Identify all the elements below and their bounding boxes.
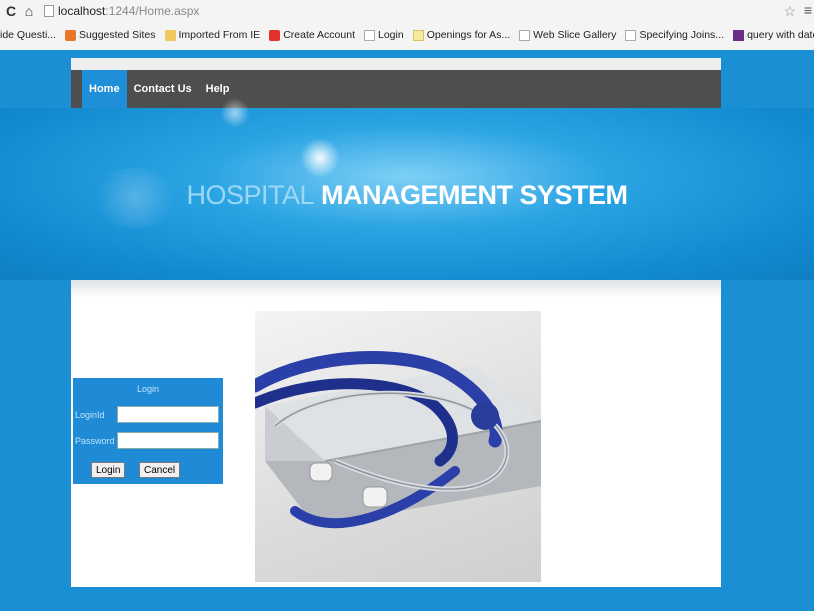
password-input[interactable]	[117, 432, 219, 449]
home-icon[interactable]: ⌂	[22, 3, 36, 19]
loginid-label: LoginId	[75, 410, 105, 420]
bookmark-item[interactable]: ide Questi...	[0, 29, 56, 41]
bookmark-item[interactable]: Create Account	[269, 29, 355, 41]
login-title: Login	[136, 384, 160, 394]
suggested-sites-icon	[65, 29, 77, 41]
light-flare	[300, 138, 340, 178]
address-bar: C ⌂ localhost:1244/Home.aspx ☆ ≡	[0, 0, 814, 22]
page-title: HOSPITAL MANAGEMENT SYSTEM	[186, 180, 628, 210]
content-top-gradient	[71, 280, 721, 298]
url-field[interactable]: localhost:1244/Home.aspx	[58, 4, 199, 18]
reload-icon[interactable]: C	[4, 3, 18, 19]
page-icon	[364, 29, 375, 41]
openings-icon	[412, 29, 424, 41]
site-top-strip	[71, 58, 721, 70]
bookmark-item[interactable]: Suggested Sites	[65, 29, 156, 41]
content-panel: Login LoginId Password Login Cancel	[71, 280, 721, 587]
bookmark-item[interactable]: Login	[364, 29, 404, 41]
folder-icon	[164, 29, 176, 41]
page-icon	[44, 5, 54, 17]
page-icon	[519, 29, 531, 41]
bookmark-item[interactable]: query with date...	[733, 29, 814, 41]
create-account-icon	[269, 29, 281, 41]
light-flare	[220, 98, 250, 128]
nav-home[interactable]: Home	[82, 70, 127, 108]
bookmark-item[interactable]: Openings for As...	[412, 29, 510, 41]
nav-contact-us[interactable]: Contact Us	[127, 70, 199, 108]
menu-icon[interactable]: ≡	[804, 2, 812, 18]
loginid-input[interactable]	[117, 406, 219, 423]
site-navbar: Home Contact Us Help	[71, 70, 721, 108]
stethoscope-image	[255, 311, 541, 582]
login-button[interactable]: Login	[91, 462, 126, 478]
browser-chrome: C ⌂ localhost:1244/Home.aspx ☆ ≡ ide Que…	[0, 0, 814, 50]
cancel-button[interactable]: Cancel	[139, 462, 181, 478]
stethoscope-illustration	[255, 351, 541, 529]
login-form: Login LoginId Password Login Cancel	[73, 378, 223, 484]
query-icon	[733, 29, 745, 41]
password-label: Password	[75, 436, 115, 446]
bookmarks-bar: ide Questi... Suggested Sites Imported F…	[0, 24, 814, 46]
page-icon	[625, 29, 637, 41]
bookmark-item[interactable]: Web Slice Gallery	[519, 29, 616, 41]
bookmark-item[interactable]: Imported From IE	[164, 29, 260, 41]
bookmark-item[interactable]: Specifying Joins...	[625, 29, 724, 41]
bookmark-star-icon[interactable]: ☆	[783, 3, 796, 20]
